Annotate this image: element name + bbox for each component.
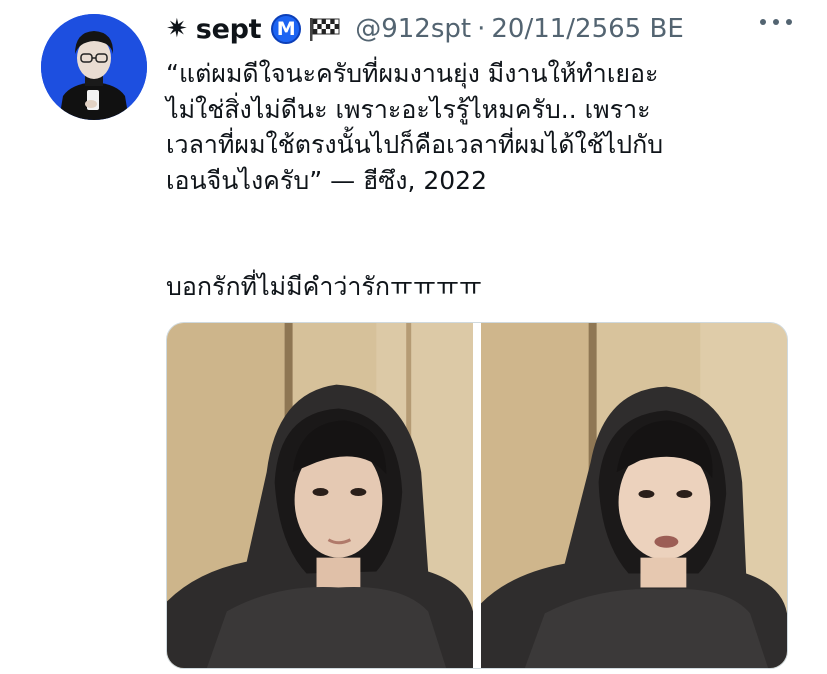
tweet-text-line: ไม่ใช่สิ่งไม่ดีนะ เพราะอะไรรู้ไหมครับ.. …	[166, 94, 651, 124]
m-badge-icon: M	[271, 14, 302, 44]
header-separator: ·	[477, 14, 486, 44]
tweet-text: “แต่ผมดีใจนะครับที่ผมงานยุ่ง มีงานให้ทำเ…	[166, 56, 806, 305]
tweet-text-line: เวลาที่ผมใช้ตรงนั้นไปก็คือเวลาที่ผมได้ใช…	[166, 130, 664, 159]
tweet-media-grid	[166, 322, 788, 669]
tweet-text-line: “แต่ผมดีใจนะครับที่ผมงานยุ่ง มีงานให้ทำเ…	[166, 59, 659, 88]
tweet-date[interactable]: 20/11/2565 BE	[491, 14, 683, 44]
tweet-text-line: เอนจีนไงครับ” — ฮีซึง, 2022	[166, 165, 487, 195]
author-display-name[interactable]: sept	[196, 14, 262, 45]
author-handle[interactable]: @912spt	[355, 14, 471, 44]
tweet-text-line: บอกรักที่ไม่มีคำว่ารักㅠㅠㅠㅠ	[166, 272, 482, 301]
media-photo-left[interactable]	[167, 323, 473, 668]
more-options-icon[interactable]	[760, 16, 792, 28]
checkered-flag-icon	[307, 16, 341, 42]
tweet-header: ✷ sept M @912spt · 20/11/2565 BE	[166, 9, 816, 49]
name-star-glyph: ✷	[166, 14, 188, 44]
avatar-image	[41, 14, 147, 120]
media-photo-right[interactable]	[481, 323, 787, 668]
author-avatar[interactable]	[41, 14, 147, 120]
